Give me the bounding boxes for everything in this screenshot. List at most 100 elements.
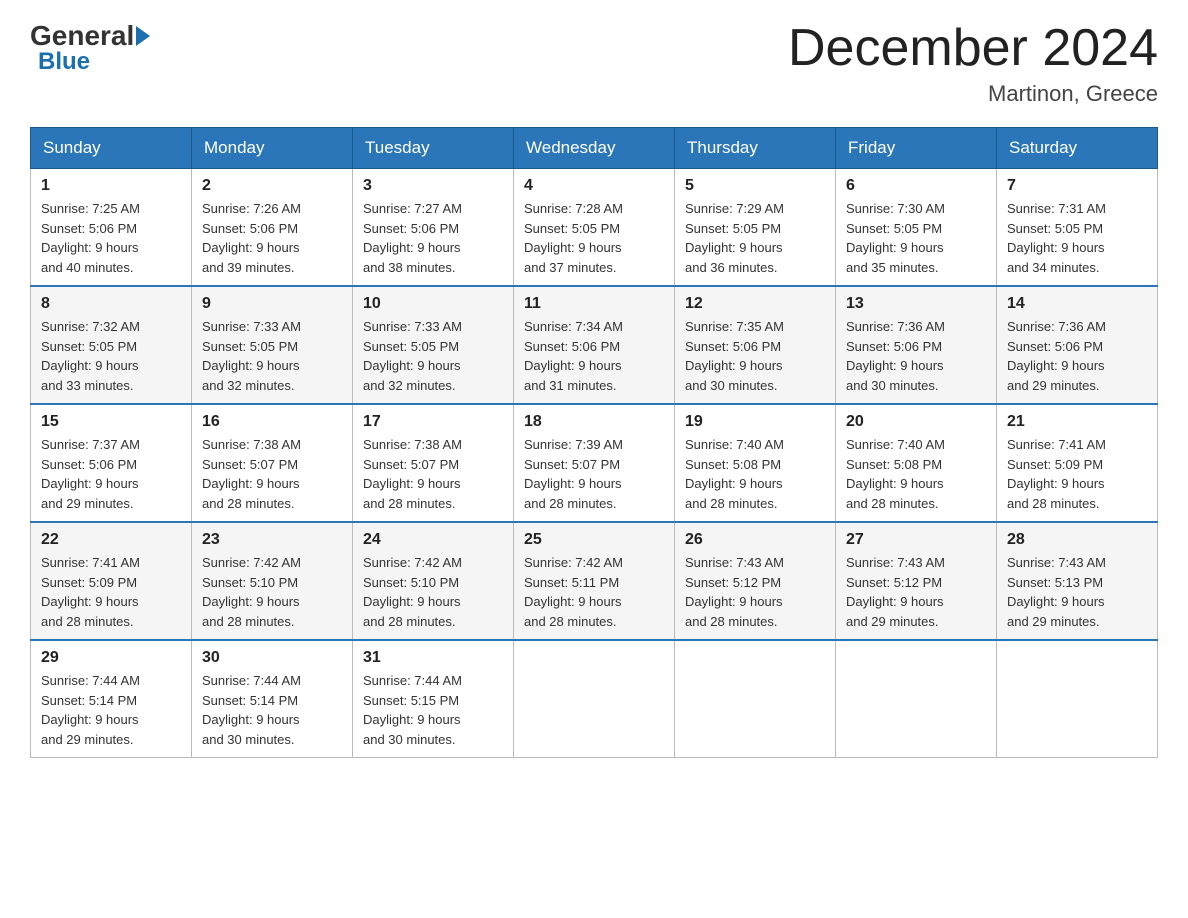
week-row-4: 22 Sunrise: 7:41 AMSunset: 5:09 PMDayligh…	[31, 522, 1158, 640]
day-number: 10	[363, 295, 503, 313]
calendar-cell: 4Sunrise: 7:28 AMSunset: 5:05 PMDaylight…	[514, 169, 675, 287]
day-number: 4	[524, 177, 664, 195]
day-number: 28	[1007, 531, 1147, 549]
calendar-cell: 25Sunrise: 7:42 AMSunset: 5:11 PMDayligh…	[514, 522, 675, 640]
day-number: 2	[202, 177, 342, 195]
day-number: 23	[202, 531, 342, 549]
day-info: Sunrise: 7:44 AMSunset: 5:15 PMDaylight:…	[363, 671, 503, 749]
calendar-cell	[514, 640, 675, 758]
day-number: 12	[685, 295, 825, 313]
day-info: Sunrise: 7:32 AMSunset: 5:05 PMDaylight:…	[41, 317, 181, 395]
logo: General Blue	[30, 20, 152, 76]
title-area: December 2024 Martinon, Greece	[788, 20, 1158, 107]
calendar-cell: 19 Sunrise: 7:40 AMSunset: 5:08 PMDayligh…	[675, 404, 836, 522]
calendar-cell: 29Sunrise: 7:44 AMSunset: 5:14 PMDayligh…	[31, 640, 192, 758]
calendar-cell: 28 Sunrise: 7:43 AMSunset: 5:13 PMDayligh…	[997, 522, 1158, 640]
calendar-cell: 12 Sunrise: 7:35 AMSunset: 5:06 PMDayligh…	[675, 286, 836, 404]
calendar-cell: 7 Sunrise: 7:31 AMSunset: 5:05 PMDaylight…	[997, 169, 1158, 287]
calendar-cell	[997, 640, 1158, 758]
day-number: 20	[846, 413, 986, 431]
day-number: 18	[524, 413, 664, 431]
calendar-cell: 27Sunrise: 7:43 AMSunset: 5:12 PMDayligh…	[836, 522, 997, 640]
day-info: Sunrise: 7:40 AMSunset: 5:08 PMDaylight:…	[685, 435, 825, 513]
day-info: Sunrise: 7:36 AMSunset: 5:06 PMDaylight:…	[846, 317, 986, 395]
day-number: 17	[363, 413, 503, 431]
calendar-cell: 17 Sunrise: 7:38 AMSunset: 5:07 PMDayligh…	[353, 404, 514, 522]
day-number: 19	[685, 413, 825, 431]
calendar-cell: 3Sunrise: 7:27 AMSunset: 5:06 PMDaylight…	[353, 169, 514, 287]
calendar-cell: 22 Sunrise: 7:41 AMSunset: 5:09 PMDayligh…	[31, 522, 192, 640]
calendar-cell: 30 Sunrise: 7:44 AMSunset: 5:14 PMDayligh…	[192, 640, 353, 758]
day-number: 25	[524, 531, 664, 549]
day-number: 27	[846, 531, 986, 549]
days-header-row: SundayMondayTuesdayWednesdayThursdayFrid…	[31, 128, 1158, 169]
day-info: Sunrise: 7:40 AMSunset: 5:08 PMDaylight:…	[846, 435, 986, 513]
day-info: Sunrise: 7:39 AMSunset: 5:07 PMDaylight:…	[524, 435, 664, 513]
day-info: Sunrise: 7:41 AMSunset: 5:09 PMDaylight:…	[41, 553, 181, 631]
day-number: 24	[363, 531, 503, 549]
day-info: Sunrise: 7:41 AMSunset: 5:09 PMDaylight:…	[1007, 435, 1147, 513]
col-header-wednesday: Wednesday	[514, 128, 675, 169]
week-row-3: 15Sunrise: 7:37 AMSunset: 5:06 PMDayligh…	[31, 404, 1158, 522]
calendar-cell: 5 Sunrise: 7:29 AMSunset: 5:05 PMDaylight…	[675, 169, 836, 287]
day-number: 9	[202, 295, 342, 313]
day-info: Sunrise: 7:38 AMSunset: 5:07 PMDaylight:…	[363, 435, 503, 513]
calendar-cell: 26 Sunrise: 7:43 AMSunset: 5:12 PMDayligh…	[675, 522, 836, 640]
page-header: General Blue December 2024 Martinon, Gre…	[30, 20, 1158, 107]
day-info: Sunrise: 7:33 AMSunset: 5:05 PMDaylight:…	[202, 317, 342, 395]
day-info: Sunrise: 7:26 AMSunset: 5:06 PMDaylight:…	[202, 199, 342, 277]
day-info: Sunrise: 7:44 AMSunset: 5:14 PMDaylight:…	[202, 671, 342, 749]
col-header-friday: Friday	[836, 128, 997, 169]
day-info: Sunrise: 7:44 AMSunset: 5:14 PMDaylight:…	[41, 671, 181, 749]
calendar-cell: 9 Sunrise: 7:33 AMSunset: 5:05 PMDaylight…	[192, 286, 353, 404]
day-number: 7	[1007, 177, 1147, 195]
col-header-tuesday: Tuesday	[353, 128, 514, 169]
col-header-sunday: Sunday	[31, 128, 192, 169]
calendar-cell: 1Sunrise: 7:25 AMSunset: 5:06 PMDaylight…	[31, 169, 192, 287]
day-number: 16	[202, 413, 342, 431]
day-number: 3	[363, 177, 503, 195]
week-row-2: 8 Sunrise: 7:32 AMSunset: 5:05 PMDaylight…	[31, 286, 1158, 404]
day-info: Sunrise: 7:34 AMSunset: 5:06 PMDaylight:…	[524, 317, 664, 395]
day-info: Sunrise: 7:35 AMSunset: 5:06 PMDaylight:…	[685, 317, 825, 395]
day-number: 1	[41, 177, 181, 195]
calendar-cell: 23 Sunrise: 7:42 AMSunset: 5:10 PMDayligh…	[192, 522, 353, 640]
logo-blue-text: Blue	[38, 48, 90, 76]
calendar-cell: 11 Sunrise: 7:34 AMSunset: 5:06 PMDayligh…	[514, 286, 675, 404]
day-info: Sunrise: 7:31 AMSunset: 5:05 PMDaylight:…	[1007, 199, 1147, 277]
day-info: Sunrise: 7:36 AMSunset: 5:06 PMDaylight:…	[1007, 317, 1147, 395]
day-number: 26	[685, 531, 825, 549]
calendar-cell: 21 Sunrise: 7:41 AMSunset: 5:09 PMDayligh…	[997, 404, 1158, 522]
day-info: Sunrise: 7:37 AMSunset: 5:06 PMDaylight:…	[41, 435, 181, 513]
month-title: December 2024	[788, 20, 1158, 77]
day-number: 31	[363, 649, 503, 667]
calendar-cell: 31 Sunrise: 7:44 AMSunset: 5:15 PMDayligh…	[353, 640, 514, 758]
day-number: 8	[41, 295, 181, 313]
col-header-saturday: Saturday	[997, 128, 1158, 169]
col-header-monday: Monday	[192, 128, 353, 169]
calendar-cell: 16Sunrise: 7:38 AMSunset: 5:07 PMDayligh…	[192, 404, 353, 522]
day-number: 14	[1007, 295, 1147, 313]
day-info: Sunrise: 7:43 AMSunset: 5:13 PMDaylight:…	[1007, 553, 1147, 631]
calendar-cell	[675, 640, 836, 758]
day-number: 5	[685, 177, 825, 195]
day-number: 13	[846, 295, 986, 313]
col-header-thursday: Thursday	[675, 128, 836, 169]
day-info: Sunrise: 7:42 AMSunset: 5:10 PMDaylight:…	[363, 553, 503, 631]
calendar-table: SundayMondayTuesdayWednesdayThursdayFrid…	[30, 127, 1158, 758]
calendar-cell: 18 Sunrise: 7:39 AMSunset: 5:07 PMDayligh…	[514, 404, 675, 522]
day-info: Sunrise: 7:30 AMSunset: 5:05 PMDaylight:…	[846, 199, 986, 277]
day-number: 30	[202, 649, 342, 667]
day-info: Sunrise: 7:29 AMSunset: 5:05 PMDaylight:…	[685, 199, 825, 277]
day-number: 22	[41, 531, 181, 549]
day-number: 6	[846, 177, 986, 195]
calendar-cell: 2 Sunrise: 7:26 AMSunset: 5:06 PMDaylight…	[192, 169, 353, 287]
calendar-cell: 20 Sunrise: 7:40 AMSunset: 5:08 PMDayligh…	[836, 404, 997, 522]
day-info: Sunrise: 7:42 AMSunset: 5:10 PMDaylight:…	[202, 553, 342, 631]
day-number: 21	[1007, 413, 1147, 431]
calendar-cell: 15Sunrise: 7:37 AMSunset: 5:06 PMDayligh…	[31, 404, 192, 522]
day-info: Sunrise: 7:43 AMSunset: 5:12 PMDaylight:…	[685, 553, 825, 631]
calendar-cell: 8 Sunrise: 7:32 AMSunset: 5:05 PMDaylight…	[31, 286, 192, 404]
day-number: 11	[524, 295, 664, 313]
calendar-cell: 10Sunrise: 7:33 AMSunset: 5:05 PMDayligh…	[353, 286, 514, 404]
